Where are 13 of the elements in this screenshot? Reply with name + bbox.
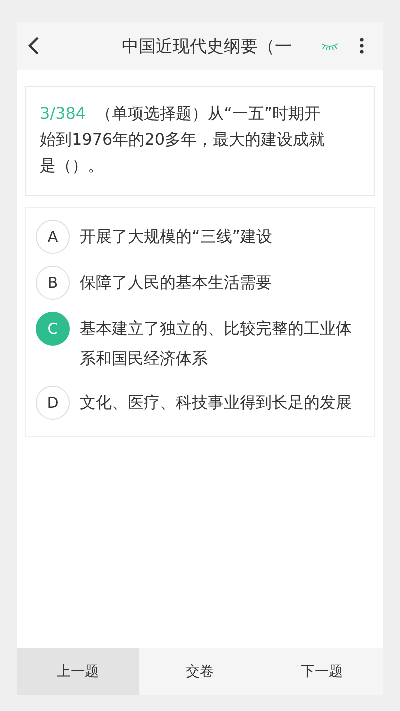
option-letter[interactable]: A — [36, 220, 70, 254]
option-letter[interactable]: B — [36, 266, 70, 300]
nav-button[interactable]: 上一题 — [17, 648, 139, 695]
back-icon — [27, 36, 41, 56]
question-text: 3/384 （单项选择题）从“一五”时期开始到1976年的20多年，最大的建设成就是（）。 — [40, 103, 326, 177]
closed-eye-icon — [321, 42, 339, 50]
option-text[interactable]: 保障了人民的基本生活需要 — [80, 266, 272, 298]
option-text[interactable]: 文化、医疗、科技事业得到长足的发展 — [80, 386, 352, 418]
page-title: 中国近现代史纲要（一 — [121, 36, 293, 58]
more-icon — [360, 38, 364, 54]
option-letter[interactable]: D — [36, 386, 70, 420]
option-text[interactable]: 开展了大规模的“三线”建设 — [80, 220, 273, 252]
option-text[interactable]: 基本建立了独立的、比较完整的工业体系和国民经济体系 — [80, 312, 366, 374]
